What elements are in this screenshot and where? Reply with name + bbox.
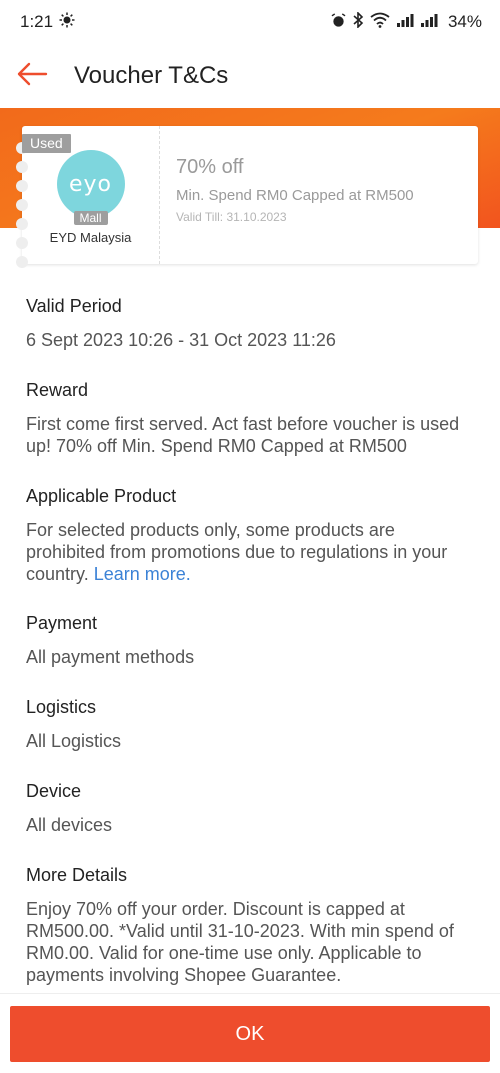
back-button[interactable] xyxy=(0,44,64,108)
signal-icon xyxy=(396,13,414,31)
shop-logo: eyo Mall xyxy=(56,150,125,225)
bottom-action-bar: OK xyxy=(0,993,500,1073)
battery-level: 34% xyxy=(447,12,482,31)
page-title: Voucher T&Cs xyxy=(74,62,229,89)
learn-more-link[interactable]: Learn more. xyxy=(94,564,191,584)
section-text: Enjoy 70% off your order. Discount is ca… xyxy=(26,899,454,985)
arrow-left-icon xyxy=(16,62,48,91)
bluetooth-icon xyxy=(352,11,364,32)
section-text: For selected products only, some product… xyxy=(26,519,478,585)
section-more-details: More Details Enjoy 70% off your order. D… xyxy=(26,865,478,986)
app-header: Voucher T&Cs xyxy=(0,44,500,108)
section-title: Valid Period xyxy=(26,296,122,316)
section-applicable-product: Applicable Product For selected products… xyxy=(26,486,478,585)
voucher-details: 70% off Min. Spend RM0 Capped at RM500 V… xyxy=(160,126,478,264)
voucher-valid-till: Valid Till: 31.10.2023 xyxy=(176,210,287,224)
section-title: Device xyxy=(26,781,82,801)
sun-icon xyxy=(59,12,75,33)
section-title: Logistics xyxy=(26,697,97,717)
section-valid-period: Valid Period 6 Sept 2023 10:26 - 31 Oct … xyxy=(26,296,478,351)
shop-name: EYD Malaysia xyxy=(49,230,132,245)
section-text: All Logistics xyxy=(26,731,122,751)
signal-icon xyxy=(420,13,438,31)
used-badge: Used xyxy=(22,134,71,153)
alarm-icon xyxy=(331,12,346,32)
section-text-body: For selected products only, some product… xyxy=(26,520,448,584)
section-text: All devices xyxy=(26,815,113,835)
voucher-notches xyxy=(16,142,28,268)
section-text: All payment methods xyxy=(26,647,195,667)
voucher-shop-panel: Used eyo Mall EYD Malaysia xyxy=(16,126,160,268)
section-title: Reward xyxy=(26,380,89,400)
voucher-card: Used eyo Mall EYD Malaysia 70% off Min. … xyxy=(16,126,478,268)
section-payment: Payment All payment methods xyxy=(26,613,478,668)
voucher-discount: 70% off xyxy=(176,156,244,178)
section-logistics: Logistics All Logistics xyxy=(26,697,478,752)
section-reward: Reward First come first served. Act fast… xyxy=(26,380,478,457)
section-title: Payment xyxy=(26,613,98,633)
status-icons: 34% xyxy=(331,11,482,32)
section-title: More Details xyxy=(26,865,128,885)
section-text: 6 Sept 2023 10:26 - 31 Oct 2023 11:26 xyxy=(26,330,336,350)
ok-button[interactable]: OK xyxy=(10,1006,490,1062)
shop-logo-text: eyo xyxy=(68,171,112,197)
wifi-icon xyxy=(370,12,390,32)
voucher-min-spend: Min. Spend RM0 Capped at RM500 xyxy=(176,187,414,204)
section-device: Device All devices xyxy=(26,781,478,836)
section-text: First come first served. Act fast before… xyxy=(26,414,460,456)
mall-badge: Mall xyxy=(73,211,108,225)
status-bar: 1:21 34% xyxy=(0,0,500,44)
status-time: 1:21 xyxy=(20,12,54,31)
section-title: Applicable Product xyxy=(26,486,177,506)
